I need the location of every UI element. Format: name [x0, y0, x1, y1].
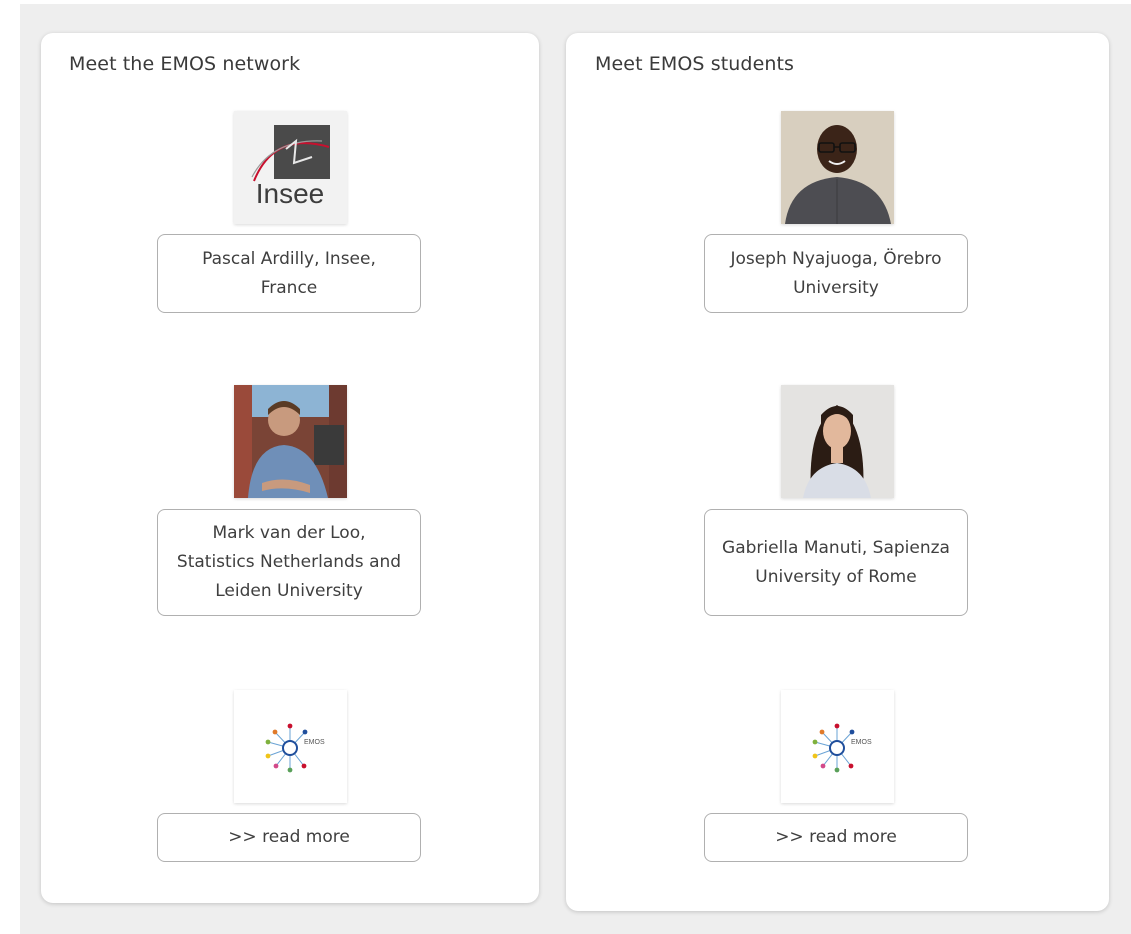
emos-logo-text: EMOS	[851, 739, 872, 746]
person-photo[interactable]	[781, 111, 894, 224]
student-entry-label[interactable]: Gabriella Manuti, Sapienza University of…	[704, 509, 968, 616]
person-photo[interactable]	[781, 385, 894, 498]
insee-logo[interactable]: Insee	[234, 111, 347, 224]
students-card: Meet EMOS students Joseph Nyajuoga, Öreb…	[566, 33, 1109, 911]
read-more-button[interactable]: >> read more	[704, 813, 968, 862]
insee-logo-graphic: Insee	[234, 111, 347, 224]
network-entry-label[interactable]: Pascal Ardilly, Insee, France	[157, 234, 421, 313]
students-card-title: Meet EMOS students	[595, 53, 795, 75]
network-card-title: Meet the EMOS network	[69, 53, 301, 75]
emos-logo[interactable]: EMOS	[781, 690, 894, 803]
read-more-button[interactable]: >> read more	[157, 813, 421, 862]
emos-logo-graphic: EMOS	[781, 690, 894, 803]
person-photo-graphic	[234, 385, 347, 498]
emos-logo[interactable]: EMOS	[234, 690, 347, 803]
person-photo-graphic	[781, 385, 894, 498]
person-photo-graphic	[781, 111, 894, 224]
network-entry-label[interactable]: Mark van der Loo, Statistics Netherlands…	[157, 509, 421, 616]
person-photo[interactable]	[234, 385, 347, 498]
insee-logo-text: Insee	[256, 178, 325, 209]
network-card: Meet the EMOS network Insee Pascal Ardil…	[41, 33, 539, 903]
emos-logo-text: EMOS	[304, 739, 325, 746]
emos-logo-graphic: EMOS	[234, 690, 347, 803]
student-entry-label[interactable]: Joseph Nyajuoga, Örebro University	[704, 234, 968, 313]
